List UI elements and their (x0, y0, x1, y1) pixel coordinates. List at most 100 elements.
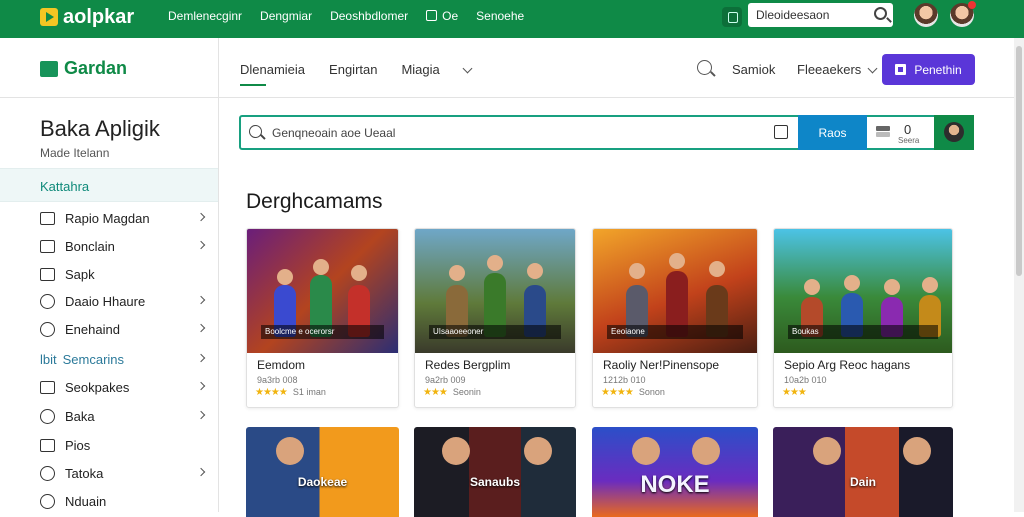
rating: ★★★ Seonin (423, 387, 481, 398)
tab-2[interactable]: Engirtan (329, 62, 377, 77)
game-card[interactable]: Sanaubs (414, 427, 576, 517)
sidebar: Baka Apligik Made Itelann Kattahra Rapio… (0, 98, 219, 512)
list-icon (876, 126, 890, 131)
card-meta: 1212b 010 (603, 375, 646, 385)
card-title: Raoliy Ner!Pinensope (603, 358, 720, 372)
sidebar-item[interactable]: Sapk (40, 264, 210, 284)
game-thumbnail: Boolcme e ocerorsr (247, 229, 398, 353)
top-bar: aolpkar Demlenecginr Dengmiar Deoshbdlom… (0, 0, 1024, 38)
chevron-right-icon (196, 353, 206, 363)
scrollbar[interactable] (1014, 38, 1024, 512)
sidebar-item[interactable]: Bonclain (40, 236, 210, 256)
sidebar-item[interactable]: Baka (40, 406, 210, 426)
card-title: Redes Bergplim (425, 358, 511, 372)
top-nav-item-4[interactable]: Oe (426, 9, 458, 23)
circle-icon (40, 293, 55, 309)
scrollbar-thumb[interactable] (1016, 46, 1022, 276)
rating: ★★★★ Sonon (601, 387, 665, 398)
tab-1[interactable]: Dlenamieia (240, 62, 305, 86)
circle-icon (40, 321, 55, 337)
main-search-bar: Genqneoain aoe Ueaal Raos 0 Seera (239, 115, 974, 150)
card-title: Eemdom (257, 358, 306, 372)
rating: ★★★ (782, 387, 807, 398)
chevron-right-icon (196, 212, 206, 222)
page-icon (426, 10, 438, 21)
game-card[interactable]: Daokeae (246, 427, 399, 517)
top-nav-item-1[interactable]: Demlenecginr (168, 9, 242, 23)
edit-icon[interactable] (774, 125, 788, 139)
game-card[interactable]: Dain (773, 427, 953, 517)
top-search-value: Dleoideesaon (756, 8, 830, 22)
avatar[interactable] (914, 3, 938, 27)
notes-icon[interactable] (722, 7, 742, 27)
sidebar-item[interactable]: Tatoka (40, 463, 210, 483)
top-nav-item-5[interactable]: Senoehe (476, 9, 524, 23)
sidebar-item[interactable]: Seokpakes (40, 377, 210, 397)
chevron-right-icon (196, 410, 206, 420)
sidebar-item[interactable]: Daaio Hhaure (40, 291, 210, 311)
results-count[interactable]: 0 Seera (872, 120, 932, 146)
chevron-right-icon (196, 467, 206, 477)
top-nav: Demlenecginr Dengmiar Deoshbdlomer Oe Se… (168, 9, 524, 23)
card-title: Sepio Arg Reoc hagans (784, 358, 911, 372)
sidebar-item[interactable]: lbit Semcarins (40, 349, 210, 369)
image-icon (40, 438, 55, 452)
chevron-down-icon (867, 63, 878, 74)
top-nav-item-3[interactable]: Deoshbdlomer (330, 9, 408, 23)
app-logo[interactable]: aolpkar (40, 5, 134, 29)
primary-button-label: Penethin (914, 62, 962, 77)
sidebar-item-prefix: lbit (40, 351, 57, 367)
image-icon (40, 267, 55, 281)
card-meta: 10a2b 010 (784, 375, 827, 385)
sidebar-item[interactable]: Rapio Magdan (40, 208, 210, 228)
secondary-header: Gardan Dlenamieia Engirtan Miagia Samiok… (0, 38, 1024, 98)
sidebar-title: Baka Apligik (40, 116, 160, 141)
game-card[interactable]: Boukas Sepio Arg Reoc hagans 10a2b 010 ★… (773, 228, 953, 408)
chevron-right-icon (196, 381, 206, 391)
square-icon (40, 211, 55, 225)
brand-icon (40, 60, 58, 77)
search-label[interactable]: Samiok (732, 62, 775, 77)
top-search-input[interactable]: Dleoideesaon (748, 3, 893, 27)
chevron-right-icon (196, 240, 206, 250)
minus-square-icon (40, 380, 55, 394)
app-icon (895, 64, 907, 75)
primary-button[interactable]: Penethin (882, 54, 975, 85)
tabs: Dlenamieia Engirtan Miagia (240, 62, 473, 86)
sidebar-item[interactable]: Enehaind (40, 319, 210, 339)
logo-icon (40, 8, 58, 26)
sidebar-item-active[interactable]: Kattahra (0, 168, 218, 202)
divider (218, 38, 219, 98)
logo-text: aolpkar (63, 5, 135, 28)
card-art-title: NOKE (640, 471, 710, 498)
search-button[interactable]: Raos (798, 115, 867, 150)
account-avatar[interactable] (934, 115, 974, 150)
game-thumbnail: Boukas (774, 229, 952, 353)
filter-dropdown[interactable]: Fleeaekers (797, 62, 878, 77)
search-icon[interactable] (697, 60, 712, 75)
chevron-down-icon[interactable] (462, 63, 473, 74)
game-card[interactable]: NOKE (592, 427, 758, 517)
card-meta: 9a3rb 008 (257, 375, 298, 385)
avatar-notification[interactable] (950, 1, 976, 27)
game-card[interactable]: UIsaaoeeoner Redes Bergplim 9a2rb 009 ★★… (414, 228, 576, 408)
search-input[interactable]: Genqneoain aoe Ueaal (272, 126, 395, 140)
top-nav-item-2[interactable]: Dengmiar (260, 9, 312, 23)
clock-icon (40, 239, 55, 253)
rating: ★★★★ S1 iman (255, 387, 326, 398)
tab-3[interactable]: Miagia (401, 62, 439, 77)
circle-icon (40, 408, 55, 424)
search-icon[interactable] (874, 7, 887, 20)
sidebar-subtitle: Made Itelann (40, 146, 110, 160)
search-icon (249, 125, 262, 138)
sidebar-item[interactable]: Nduain (40, 491, 210, 511)
game-card[interactable]: Boolcme e ocerorsr Eemdom 9a3rb 008 ★★★★… (246, 228, 399, 408)
chevron-right-icon (196, 323, 206, 333)
chevron-right-icon (196, 295, 206, 305)
circle-icon (40, 465, 55, 481)
card-art-title: Daokeae (297, 475, 348, 489)
sidebar-item[interactable]: Pios (40, 435, 210, 455)
card-art-title: Dain (849, 475, 876, 489)
brand[interactable]: Gardan (40, 58, 127, 79)
game-card[interactable]: Eeoiaone Raoliy Ner!Pinensope 1212b 010 … (592, 228, 758, 408)
